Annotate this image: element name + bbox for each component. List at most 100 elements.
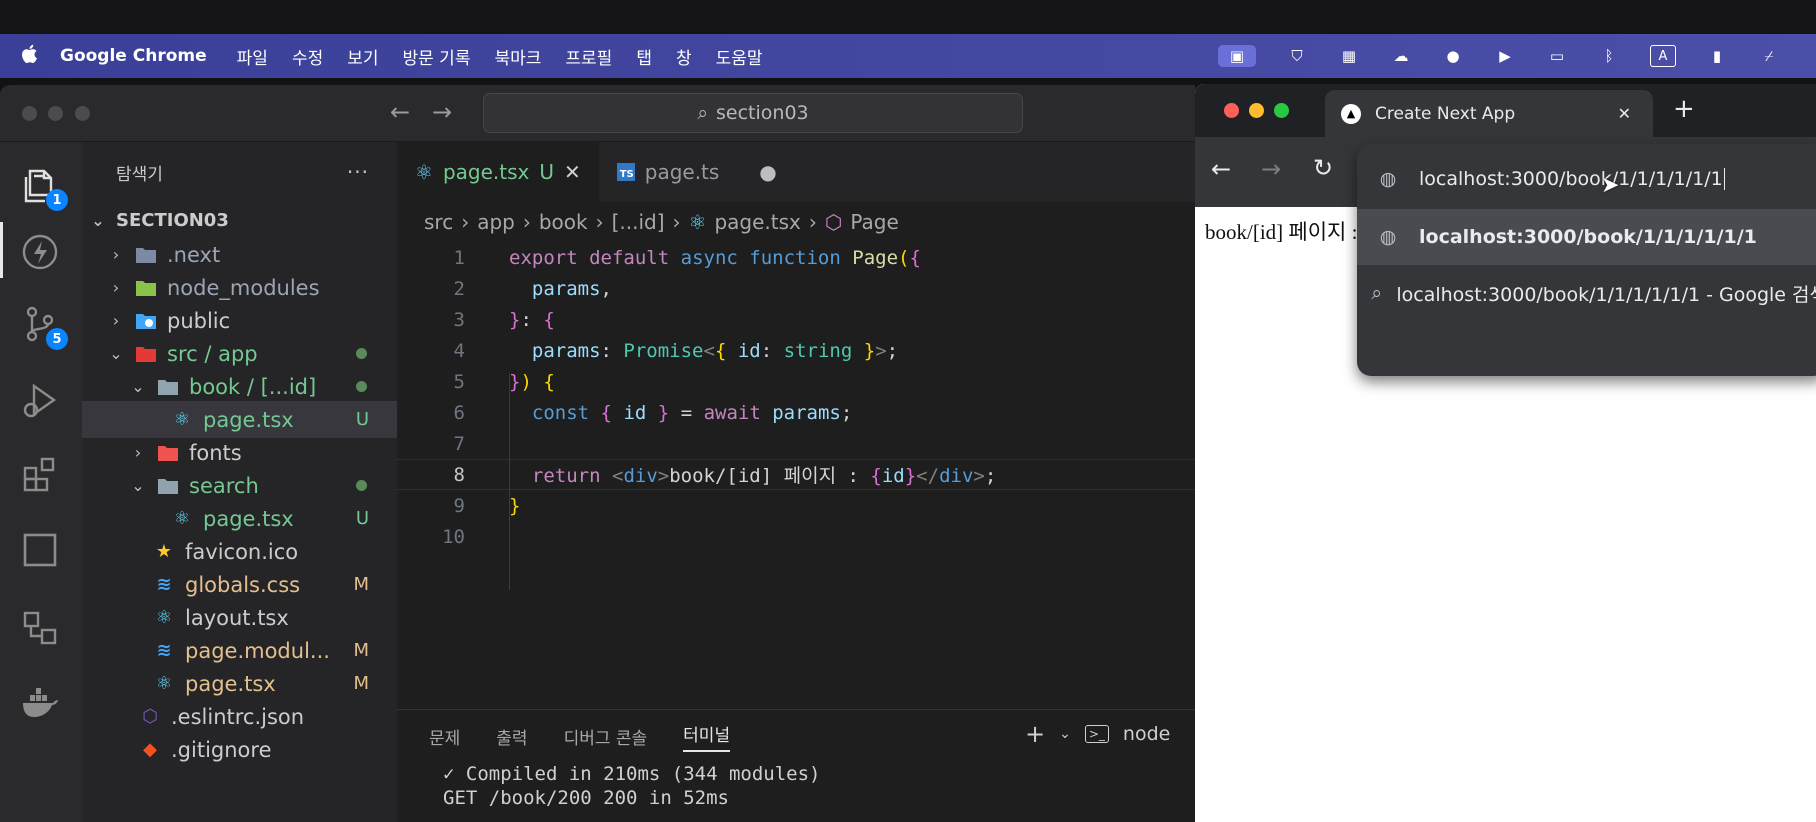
url-input[interactable]: localhost:3000/book/1/1/1/1/1/1 — [1419, 168, 1723, 190]
extensions-icon[interactable] — [18, 452, 62, 496]
remote-explorer-icon[interactable] — [18, 606, 62, 650]
minimize-window-button[interactable] — [1249, 103, 1264, 118]
menu-view[interactable]: 보기 — [347, 44, 378, 69]
line-number: 1 — [453, 246, 465, 269]
tree-item-globals-css[interactable]: ≋ globals.css M — [82, 566, 397, 603]
tree-item-fonts[interactable]: › fonts — [82, 434, 397, 471]
tree-item-node-modules[interactable]: › node_modules — [82, 269, 397, 306]
tree-item-gitignore[interactable]: ◆ .gitignore — [82, 731, 397, 768]
maximize-window-button[interactable] — [75, 106, 90, 121]
unsaved-dot-icon[interactable]: ● — [759, 160, 776, 184]
battery-icon[interactable]: ▮ — [1706, 45, 1728, 67]
menu-help[interactable]: 도움말 — [716, 44, 763, 69]
bluetooth-icon[interactable]: ᛒ — [1598, 45, 1620, 67]
new-tab-button[interactable]: + — [1673, 94, 1695, 124]
suggestion-google-search[interactable]: ⌕ localhost:3000/book/1/1/1/1/1/1 - Goog… — [1357, 265, 1816, 321]
apple-icon[interactable] — [20, 43, 60, 70]
docker-icon[interactable] — [18, 681, 62, 725]
explorer-icon[interactable]: 1 — [18, 163, 68, 211]
chevron-right-icon: › — [112, 278, 120, 297]
breadcrumb-file[interactable]: page.tsx — [714, 210, 800, 234]
tab-debug-console[interactable]: 디버그 콘솔 — [564, 724, 648, 749]
display-icon[interactable]: ▭ — [1546, 45, 1568, 67]
chevron-right-icon: › — [112, 311, 120, 330]
tree-root-section03[interactable]: ⌄ SECTION03 — [82, 202, 397, 239]
line-number: 7 — [453, 432, 465, 455]
menu-history[interactable]: 방문 기록 — [403, 44, 471, 69]
tree-item-book-id[interactable]: ⌄ book / [...id] — [82, 368, 397, 405]
screen-share-icon[interactable]: ▣ — [1218, 45, 1256, 67]
modified-dot — [356, 381, 367, 392]
wifi-off-icon[interactable]: ⌿ — [1758, 45, 1780, 67]
tree-item-layout-tsx[interactable]: ⚛ layout.tsx — [82, 599, 397, 636]
tree-item-eslintrc[interactable]: ⬡ .eslintrc.json — [82, 698, 397, 735]
tab-create-next-app[interactable]: ▲ Create Next App ✕ — [1325, 90, 1653, 137]
breadcrumb-book[interactable]: book — [539, 210, 588, 234]
tab-output[interactable]: 출력 — [496, 724, 527, 749]
close-icon[interactable]: ✕ — [1618, 104, 1631, 123]
code-line: 10 — [397, 521, 1195, 552]
active-indicator — [0, 222, 3, 278]
back-arrow-icon[interactable]: ← — [390, 98, 410, 126]
tree-item-label: favicon.ico — [185, 539, 299, 564]
command-center-search[interactable]: ⌕ section03 — [483, 93, 1023, 133]
breadcrumb-app[interactable]: app — [477, 210, 515, 234]
input-source-icon[interactable]: A — [1650, 45, 1676, 67]
close-icon[interactable]: ✕ — [564, 160, 581, 184]
back-arrow-icon[interactable]: ← — [1211, 155, 1231, 183]
menu-bookmarks[interactable]: 북마크 — [494, 44, 541, 69]
weather-icon[interactable]: ☁ — [1390, 45, 1412, 67]
chevron-down-icon[interactable]: ⌄ — [1059, 726, 1071, 742]
window-manager-icon[interactable]: ▦ — [1338, 45, 1360, 67]
play-icon[interactable]: ▶ — [1494, 45, 1516, 67]
breadcrumb-id[interactable]: [...id] — [612, 210, 665, 234]
terminal-name[interactable]: node — [1123, 723, 1170, 745]
git-icon: ◆ — [143, 739, 157, 760]
menu-file[interactable]: 파일 — [237, 44, 268, 69]
tree-item-search[interactable]: ⌄ search — [82, 467, 397, 504]
terminal-output[interactable]: ✓ Compiled in 210ms (344 modules) GET /b… — [397, 762, 1195, 810]
lightning-icon[interactable] — [18, 230, 62, 274]
tree-item-search-page-tsx[interactable]: ⚛ page.tsx U — [82, 500, 397, 537]
code-text: } — [509, 494, 521, 517]
menu-tab[interactable]: 탭 — [636, 44, 652, 69]
tab-page-tsx[interactable]: ⚛ page.tsx U ✕ — [397, 142, 599, 202]
add-terminal-icon[interactable]: + — [1025, 720, 1045, 748]
close-window-button[interactable] — [1224, 103, 1239, 118]
tree-item-root-page-tsx[interactable]: ⚛ page.tsx M — [82, 665, 397, 702]
minimize-window-button[interactable] — [48, 106, 63, 121]
tree-item-label: public — [167, 308, 231, 333]
menu-edit[interactable]: 수정 — [292, 44, 323, 69]
tree-item-src-app[interactable]: ⌄ src / app — [82, 335, 397, 372]
tree-item-favicon[interactable]: ★ favicon.ico — [82, 533, 397, 570]
square-panel-icon[interactable] — [18, 528, 62, 572]
close-window-button[interactable] — [22, 106, 37, 121]
chevron-right-icon: › — [808, 210, 817, 234]
breadcrumb-src[interactable]: src — [424, 210, 453, 234]
tree-item-page-module-css[interactable]: ≋ page.modul... M — [82, 632, 397, 669]
address-bar[interactable]: ◍ localhost:3000/book/1/1/1/1/1/1 ➤ — [1357, 151, 1816, 207]
source-control-icon[interactable]: 5 — [18, 302, 68, 350]
cleaner-icon[interactable]: ⛉ — [1286, 45, 1308, 67]
maximize-window-button[interactable] — [1274, 103, 1289, 118]
run-debug-icon[interactable] — [18, 378, 62, 422]
tab-terminal[interactable]: 터미널 — [683, 721, 731, 752]
reload-icon[interactable]: ↻ — [1313, 154, 1333, 182]
more-actions-icon[interactable]: ··· — [347, 160, 369, 184]
menu-window[interactable]: 창 — [676, 44, 692, 69]
chat-icon[interactable]: ● — [1442, 45, 1464, 67]
menu-profile[interactable]: 프로필 — [565, 44, 612, 69]
search-icon[interactable]: ⌕ — [1810, 45, 1816, 67]
tab-page-ts[interactable]: TS page.ts ● — [599, 142, 795, 202]
breadcrumb-symbol[interactable]: Page — [850, 210, 898, 234]
forward-arrow-icon[interactable]: → — [432, 98, 452, 126]
tree-item-book-page-tsx[interactable]: ⚛ page.tsx U — [82, 401, 397, 438]
tab-problems[interactable]: 문제 — [429, 724, 460, 749]
chrome-tab-strip: ▲ Create Next App ✕ + — [1195, 84, 1816, 137]
tree-item-label: search — [189, 473, 259, 498]
react-icon: ⚛ — [155, 607, 173, 628]
tree-item-public[interactable]: › public — [82, 302, 397, 339]
tree-item-next[interactable]: › .next — [82, 236, 397, 273]
menu-app-name[interactable]: Google Chrome — [60, 46, 207, 66]
suggestion-url[interactable]: ◍ localhost:3000/book/1/1/1/1/1/1 — [1357, 209, 1816, 265]
